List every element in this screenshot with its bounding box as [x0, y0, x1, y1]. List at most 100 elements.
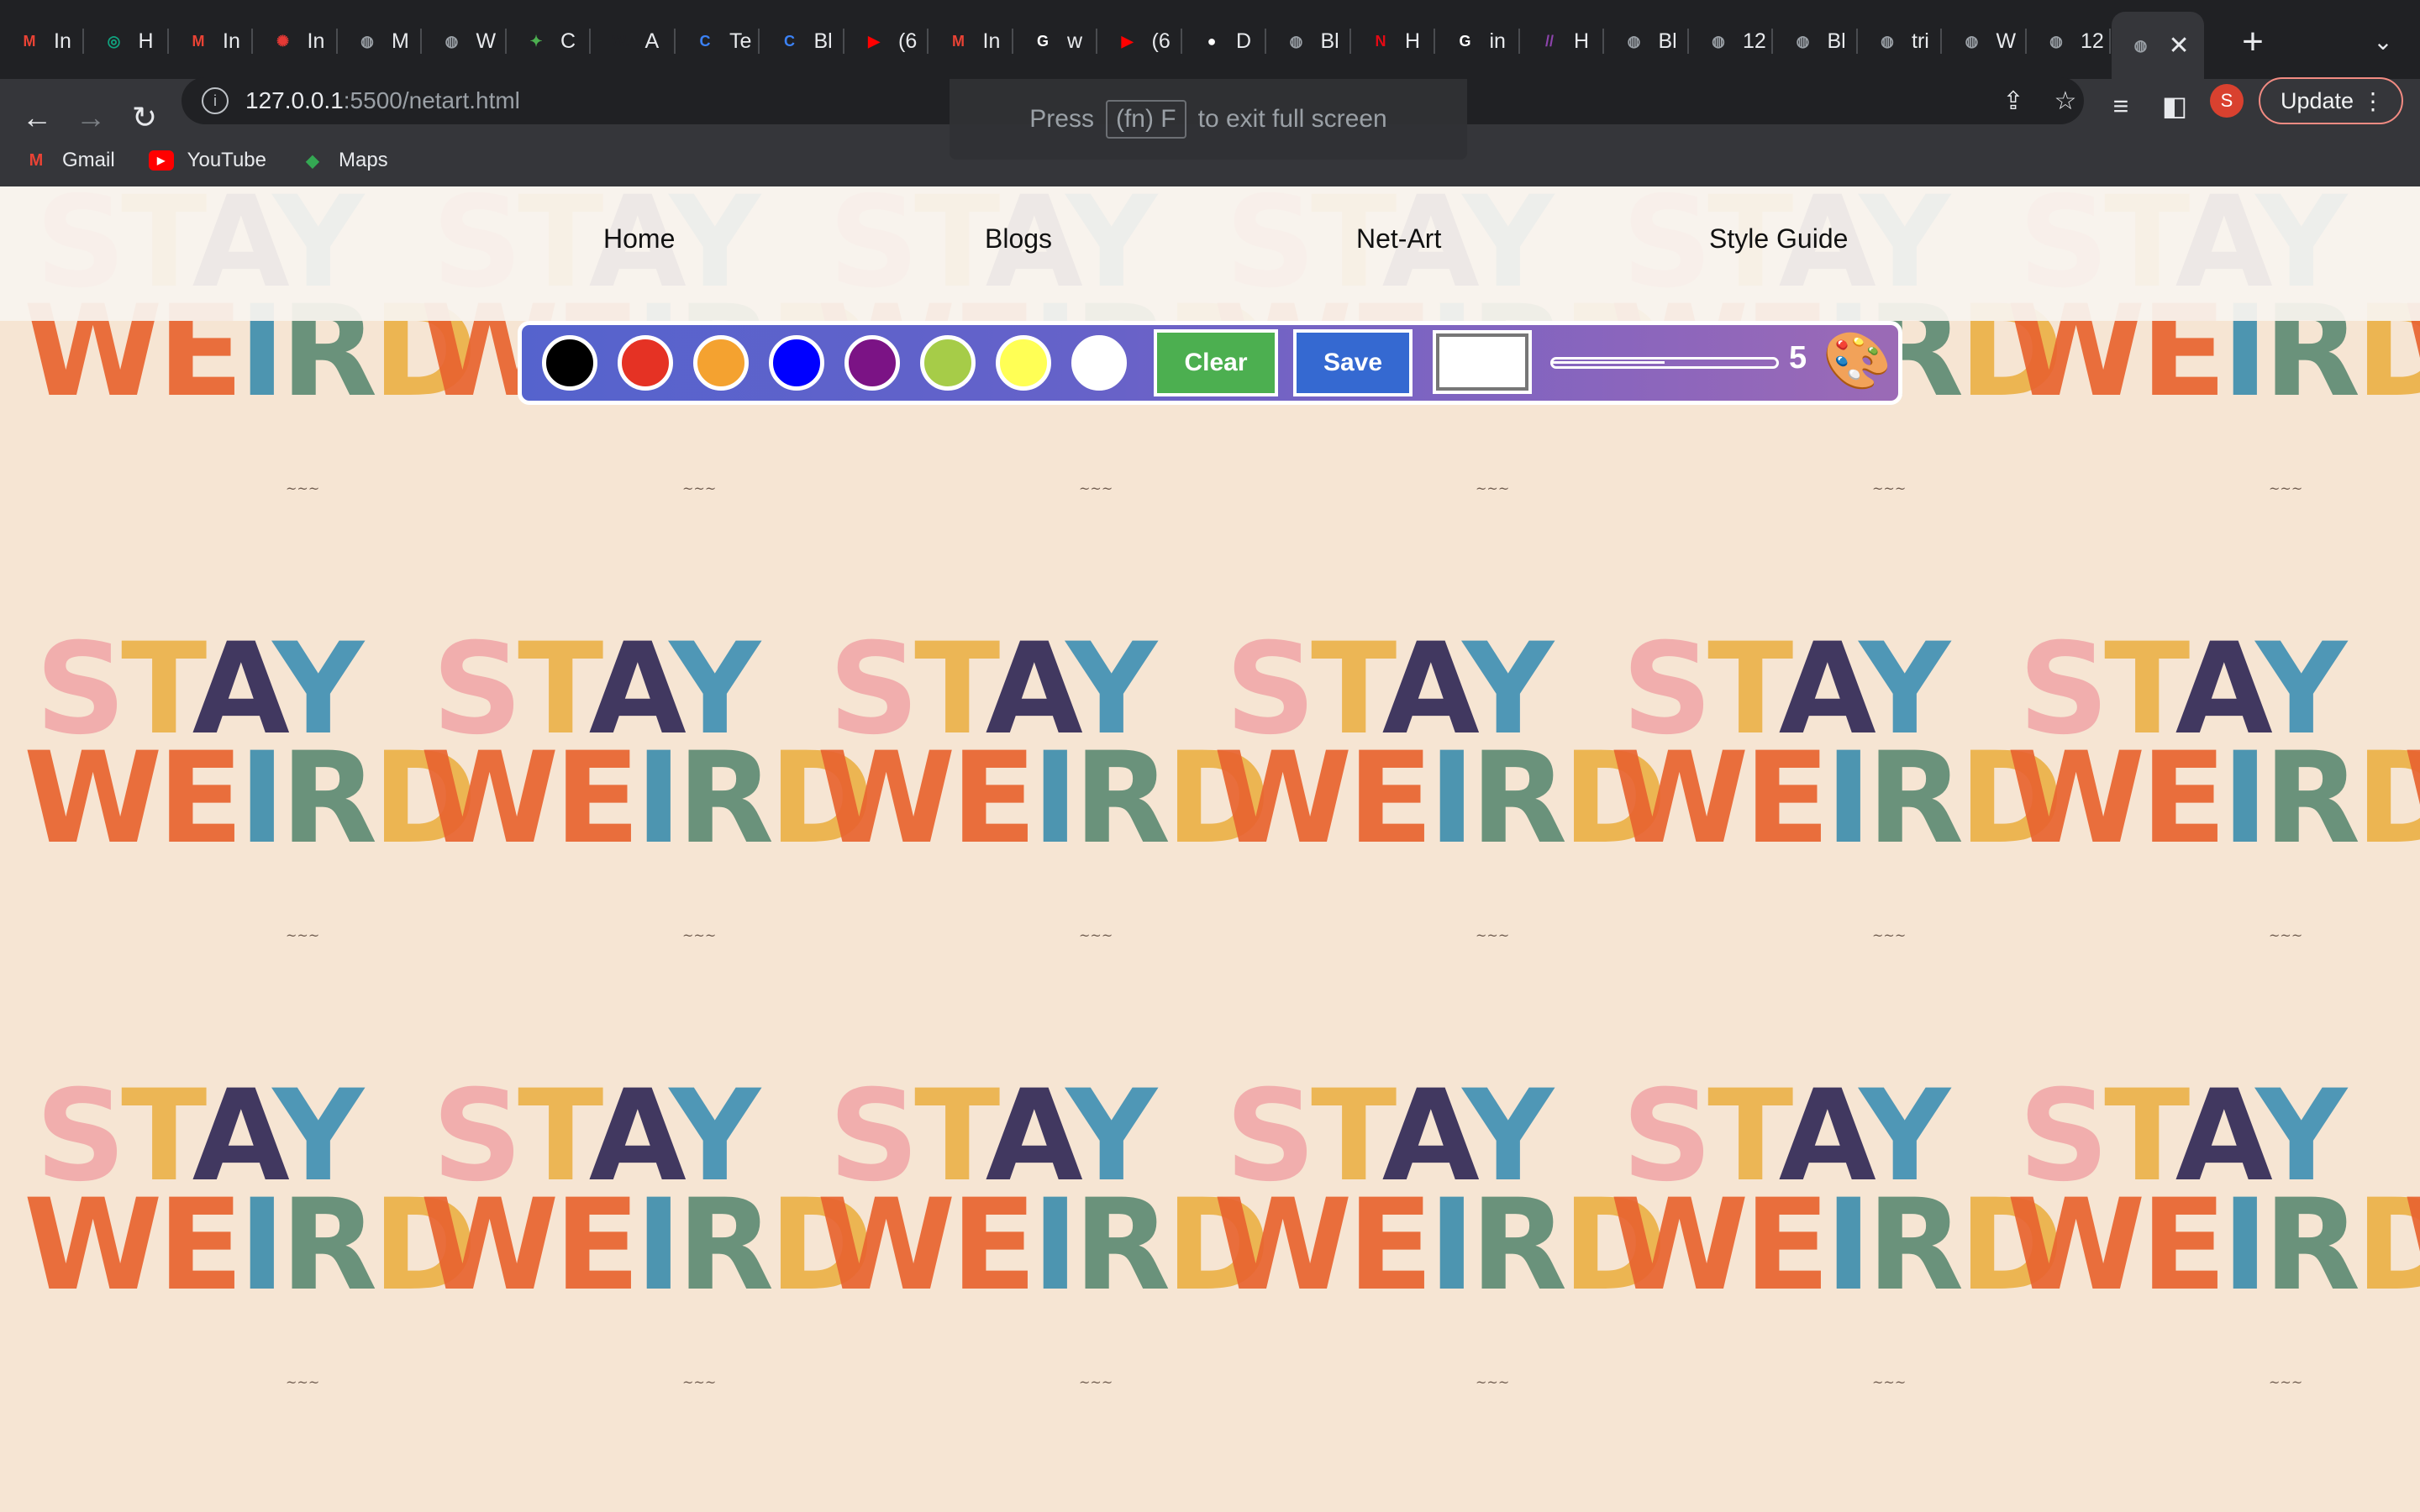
browser-tab[interactable]: ✺ In [254, 15, 338, 67]
bookmark-label: Maps [338, 149, 388, 171]
weird-text: WEIRD [2007, 1173, 2420, 1319]
tab-title: Bl [1320, 29, 1339, 53]
new-tab-button[interactable]: + [2233, 18, 2272, 66]
tab-title: in [1489, 29, 1506, 53]
tab-title: C [560, 29, 576, 53]
fullscreen-toast: Press (fn) F to exit full screen [950, 79, 1467, 160]
signature: ~~~ [1476, 927, 1510, 943]
nav-home-link[interactable]: Home [603, 223, 675, 255]
browser-tab[interactable]: ◍ M [338, 15, 422, 67]
close-tab-icon[interactable]: ✕ [2169, 31, 2190, 60]
signature: ~~~ [1476, 480, 1510, 496]
google-icon: G [1459, 32, 1471, 50]
color-swatch[interactable] [920, 335, 976, 391]
color-swatch[interactable] [769, 335, 824, 391]
update-label: Update [2281, 87, 2354, 113]
site-info-icon[interactable]: i [202, 87, 229, 114]
color-swatch[interactable] [618, 335, 673, 391]
nav-blogs-link[interactable]: Blogs [985, 223, 1052, 255]
browser-tab[interactable]: ● D [1182, 15, 1266, 67]
globe-icon: ◍ [445, 32, 459, 50]
browser-tab[interactable]: M In [0, 15, 84, 67]
side-panel-icon[interactable]: ◧ [2156, 87, 2193, 124]
browser-tab[interactable]: ◍ Bl [1605, 15, 1689, 67]
url-text[interactable]: 127.0.0.1:5500/netart.html [245, 87, 520, 114]
browser-tab[interactable]: ◍ Bl [1774, 15, 1858, 67]
tab-title: A [644, 29, 660, 53]
reading-list-icon[interactable]: ≡ [2102, 87, 2139, 124]
tab-title: In [54, 29, 71, 53]
browser-tab[interactable]: M In [929, 15, 1013, 67]
update-button[interactable]: Update ⋮ [2259, 77, 2403, 124]
weird-text: WEIRD [2403, 726, 2420, 872]
slider-fill [1553, 361, 1665, 364]
tab-search-chevron-icon[interactable]: ⌄ [2365, 20, 2402, 62]
canva-icon: C [699, 32, 711, 50]
share-icon[interactable]: ⇪ [1996, 84, 2030, 118]
brush-size-slider[interactable] [1550, 357, 1779, 369]
browser-tab[interactable]: NH [1351, 15, 1435, 67]
globe-icon: ◍ [360, 32, 374, 50]
more-menu-icon[interactable]: ⋮ [2361, 87, 2385, 115]
chatgpt-icon: ◎ [107, 32, 121, 50]
github-icon: ● [1207, 32, 1217, 50]
color-swatch[interactable] [542, 335, 597, 391]
stay-weird-tile: STAYWEIRD~~~ [793, 617, 1270, 1070]
tab-title: tri [1912, 29, 1929, 53]
browser-tab[interactable]: ▶ (6 [844, 15, 929, 67]
signature: ~~~ [1079, 480, 1113, 496]
color-picker-input[interactable] [1433, 330, 1532, 394]
page-content[interactable]: STAYWEIRD~~~STAYWEIRD~~~STAYWEIRD~~~STAY… [0, 186, 2420, 1512]
signature: ~~~ [1872, 927, 1907, 943]
bookmark-star-icon[interactable]: ☆ [2049, 84, 2082, 118]
active-browser-tab[interactable]: ◍ ✕ [2111, 12, 2204, 79]
signature: ~~~ [1872, 1374, 1907, 1390]
browser-tab[interactable]: ◍ W [1943, 15, 2027, 67]
browser-tab[interactable]: ◍ 12 [2027, 15, 2111, 67]
tab-title: H [1405, 29, 1421, 53]
tab-title: D [1236, 29, 1252, 53]
signature: ~~~ [682, 927, 717, 943]
signature: ~~~ [1476, 1374, 1510, 1390]
color-swatch[interactable] [693, 335, 749, 391]
bookmark-youtube[interactable]: ▶ YouTube [148, 149, 266, 172]
stay-weird-tile: STAYWEIRD~~~ [1190, 1063, 1667, 1512]
bookmark-gmail[interactable]: M Gmail [24, 149, 115, 172]
signature: ~~~ [1872, 480, 1907, 496]
browser-tab[interactable]: // H [1520, 15, 1604, 67]
browser-tab[interactable]: ✦ C [507, 15, 591, 67]
tab-title: (6 [1151, 29, 1171, 53]
color-swatch[interactable] [996, 335, 1051, 391]
nav-style-guide-link[interactable]: Style Guide [1709, 223, 1848, 255]
browser-tab[interactable]: ◍ tri [1858, 15, 1942, 67]
stay-weird-tile: STAYWEIRD~~~ [1586, 1063, 2064, 1512]
gmail-icon: M [192, 32, 205, 50]
browser-tab[interactable]: Gin [1436, 15, 1520, 67]
browser-tab[interactable]: ▶ (6 [1098, 15, 1182, 67]
save-button[interactable]: Save [1293, 329, 1413, 396]
browser-tab[interactable]: ◎ H [85, 15, 169, 67]
color-swatch[interactable] [1071, 335, 1127, 391]
browser-tab[interactable]: C Bl [760, 15, 844, 67]
stay-weird-tile: STAYWEIRD~~~ [1983, 1063, 2420, 1512]
signature: ~~~ [682, 480, 717, 496]
browser-tab[interactable]: M In [169, 15, 253, 67]
profile-avatar[interactable]: S [2210, 84, 2244, 118]
site-navbar: Home Blogs Net-Art Style Guide [0, 186, 2420, 321]
signature: ~~~ [286, 1374, 320, 1390]
browser-tab[interactable]: W. A [592, 15, 676, 67]
tab-title: Bl [1827, 29, 1846, 53]
color-swatch[interactable] [844, 335, 900, 391]
browser-tab[interactable]: C Te [676, 15, 760, 67]
nav-net-art-link[interactable]: Net-Art [1356, 223, 1441, 255]
canva-icon: C [784, 32, 795, 50]
browser-tab[interactable]: ◍ W [423, 15, 507, 67]
stay-weird-tile: STAYWEIRD~~~ [1190, 617, 1667, 1070]
bookmark-maps[interactable]: ◆ Maps [300, 149, 388, 172]
globe-icon: ◍ [1796, 32, 1810, 50]
browser-tab[interactable]: ◍ Bl [1267, 15, 1351, 67]
tab-title: Te [729, 29, 752, 53]
browser-tab[interactable]: ◍ 12 [1689, 15, 1773, 67]
clear-button[interactable]: Clear [1154, 329, 1278, 396]
browser-tab[interactable]: Gw [1013, 15, 1097, 67]
